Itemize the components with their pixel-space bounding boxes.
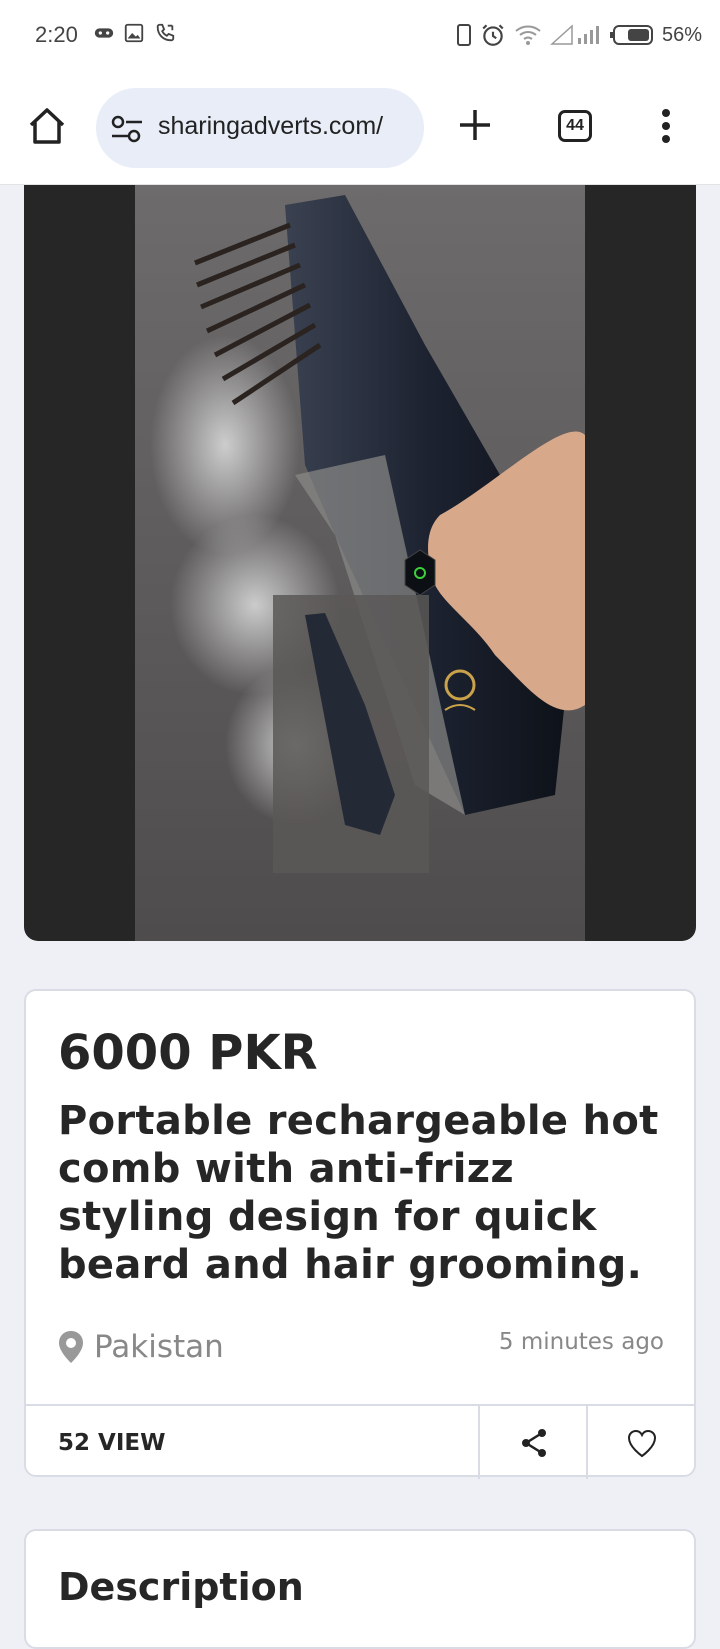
price: 6000 PKR: [58, 1025, 318, 1081]
more-menu-button[interactable]: [660, 108, 672, 148]
tune-icon[interactable]: [110, 115, 144, 143]
share-button[interactable]: [478, 1406, 588, 1479]
wifi-icon: [515, 25, 541, 45]
status-bar: 2:20 56%: [0, 0, 720, 72]
more-icon: [662, 109, 670, 143]
home-button[interactable]: [26, 106, 68, 150]
location-text: Pakistan: [94, 1329, 224, 1365]
alarm-icon: [482, 24, 504, 46]
url-text: sharingadverts.com/: [158, 112, 384, 140]
plus-icon: [460, 110, 490, 140]
address-bar[interactable]: sharingadverts.com/: [96, 88, 424, 168]
battery-percentage: 56%: [661, 23, 702, 46]
view-count: 52 VIEW: [58, 1430, 166, 1456]
system-icons: 56%: [456, 22, 702, 48]
phone-outline-icon: [456, 24, 471, 46]
listing-info-card: 6000 PKR Portable rechargeable hot comb …: [24, 989, 696, 1479]
product-image-card[interactable]: [24, 185, 696, 941]
description-heading: Description: [58, 1565, 304, 1609]
share-icon: [522, 1428, 546, 1457]
browser-toolbar: sharingadverts.com/ 44: [0, 72, 720, 185]
location-pin-icon: [59, 1331, 83, 1363]
phone-icon: [156, 23, 175, 42]
gamepad-icon: [94, 28, 114, 38]
heart-icon: [627, 1429, 657, 1457]
notification-icons: [93, 22, 177, 44]
listing-title: Portable rechargeable hot comb with anti…: [58, 1098, 659, 1288]
posted-time: 5 minutes ago: [498, 1329, 664, 1355]
description-card: Description: [24, 1529, 696, 1649]
product-photo[interactable]: [135, 185, 585, 941]
new-tab-button[interactable]: [458, 108, 492, 146]
location: Pakistan: [58, 1329, 224, 1365]
status-time: 2:20: [35, 22, 78, 47]
tabs-icon[interactable]: 44: [558, 110, 592, 142]
listing-actions: 52 VIEW: [26, 1404, 694, 1479]
signal-icon: [550, 24, 599, 45]
favorite-button[interactable]: [586, 1406, 696, 1479]
battery-icon: [609, 25, 653, 45]
home-icon: [29, 108, 65, 144]
image-icon: [124, 23, 144, 43]
